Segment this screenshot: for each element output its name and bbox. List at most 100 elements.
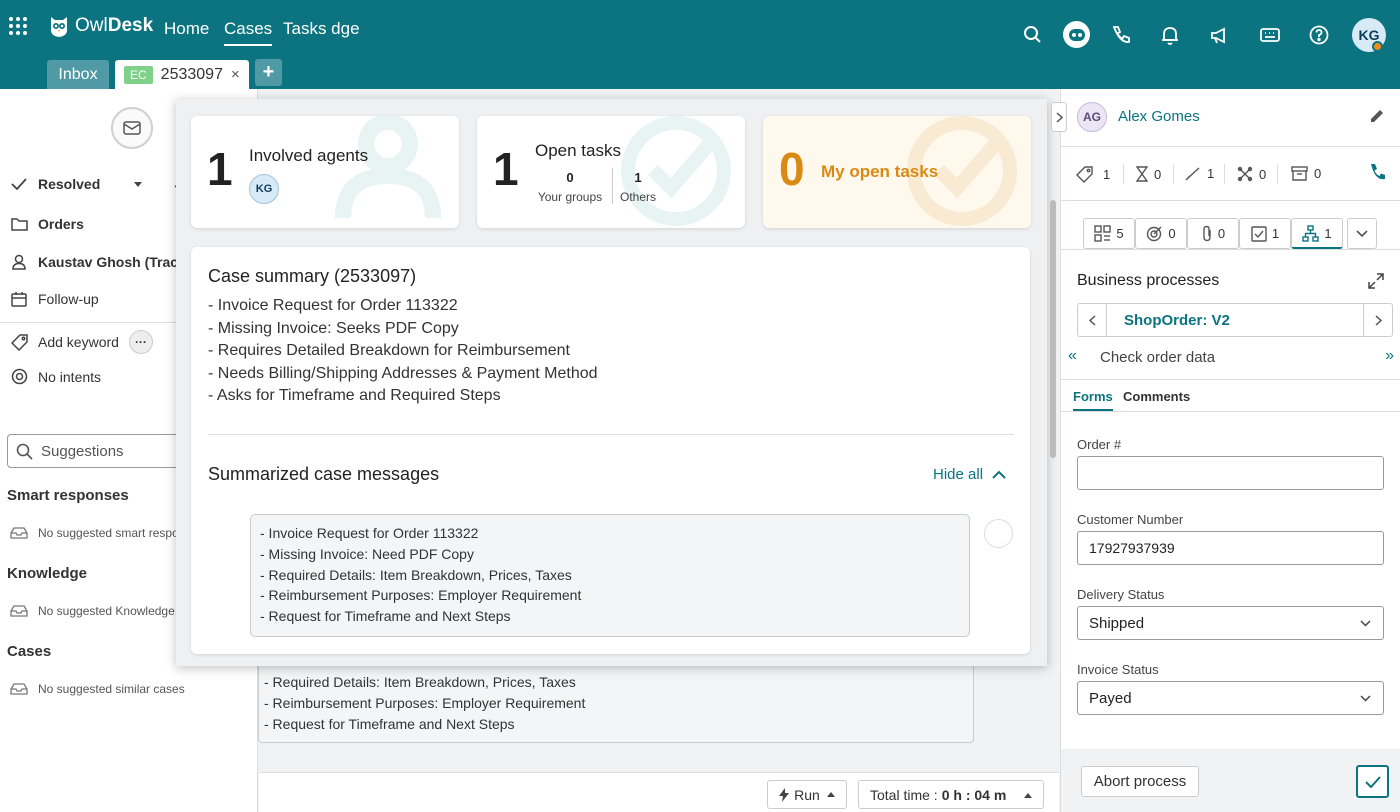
my-open-tasks-card[interactable]: 0 My open tasks — [763, 116, 1031, 228]
form-tabs-divider — [1061, 411, 1400, 412]
expand-icon[interactable] — [1368, 273, 1384, 289]
smart-responses-empty: No suggested smart respo — [10, 526, 179, 540]
tab-goals[interactable]: 0 — [1135, 218, 1187, 249]
stat-closed[interactable]: 0 — [1237, 166, 1266, 182]
run-label: Run — [794, 786, 820, 803]
check-icon — [1364, 775, 1381, 788]
tab-case[interactable]: EC 2533097 × — [115, 60, 249, 89]
customer-number-input[interactable]: 17927937939 — [1077, 531, 1384, 565]
app-grid-icon[interactable] — [9, 17, 27, 35]
tab-attachments[interactable]: 0 — [1187, 218, 1239, 249]
tag-icon — [10, 333, 28, 351]
knowledge-empty: No suggested Knowledge — [10, 604, 175, 618]
add-keyword-row[interactable]: Add keyword ··· — [10, 330, 153, 354]
edit-pencil-icon[interactable] — [1369, 108, 1385, 124]
stat-tags[interactable]: 1 — [1076, 166, 1110, 183]
order-number-input[interactable] — [1077, 456, 1384, 490]
stat-pending[interactable]: 0 — [1136, 166, 1161, 182]
tab-tasks[interactable]: 1 — [1239, 218, 1291, 249]
involved-agents-count: 1 — [207, 143, 233, 195]
stat-pending-count: 0 — [1154, 166, 1162, 182]
invoice-status-select[interactable]: Payed — [1077, 681, 1384, 715]
prev-process-button[interactable] — [1078, 304, 1107, 336]
tab-inbox[interactable]: Inbox — [47, 60, 109, 89]
check-icon — [1185, 166, 1200, 180]
tab-attachments-count: 0 — [1217, 226, 1226, 241]
keyboard-icon[interactable] — [1259, 24, 1281, 46]
folder-row[interactable]: Orders — [10, 216, 84, 232]
more-options-button[interactable]: ··· — [128, 330, 153, 354]
megaphone-icon[interactable] — [1208, 24, 1230, 46]
folder-value: Orders — [38, 216, 84, 232]
collapse-panel-button[interactable] — [1051, 102, 1067, 132]
process-step-row: « Check order data » — [1068, 347, 1394, 369]
abort-process-button[interactable]: Abort process — [1081, 766, 1199, 797]
status-row[interactable]: Resolved — [10, 176, 186, 192]
search-icon[interactable] — [1022, 24, 1044, 46]
assignee-row[interactable]: Kaustav Ghosh (Tracki — [10, 254, 190, 270]
call-contact-icon[interactable] — [1368, 163, 1386, 183]
assistant-bot-button[interactable] — [1063, 21, 1090, 48]
intents-row[interactable]: No intents — [10, 368, 101, 385]
caret-up-icon — [1024, 793, 1032, 798]
bell-icon[interactable] — [1159, 24, 1181, 46]
stat-tags-count: 1 — [1103, 167, 1111, 182]
cases-heading: Cases — [7, 643, 52, 660]
next-step-button[interactable]: » — [1385, 347, 1394, 365]
business-processes-title: Business processes — [1077, 272, 1220, 289]
owl-logo-icon — [48, 14, 70, 38]
phone-icon[interactable] — [1110, 24, 1132, 46]
nav-tasks[interactable]: Tasks dge — [283, 19, 360, 39]
stat-resolved-count: 1 — [1207, 166, 1215, 181]
confirm-step-button[interactable] — [1356, 765, 1389, 798]
popover-scrollbar[interactable] — [1050, 200, 1056, 458]
status-dropdown-icon[interactable] — [134, 181, 143, 187]
followup-row[interactable]: Follow-up — [10, 291, 99, 307]
help-icon[interactable] — [1308, 24, 1330, 46]
archive-box-icon — [1291, 166, 1308, 181]
nav-cases[interactable]: Cases — [224, 19, 273, 46]
others-stat[interactable]: 1 Others — [618, 170, 658, 204]
tab-comments[interactable]: Comments — [1123, 389, 1190, 404]
hierarchy-icon — [1302, 224, 1320, 242]
add-tab-button[interactable]: + — [255, 59, 282, 86]
case-overview-popover: 1 Involved agents KG 1 Open tasks 0 Your… — [176, 99, 1047, 666]
case-summary-panel: Case summary (2533097) - Invoice Request… — [191, 247, 1030, 654]
hourglass-icon — [1136, 166, 1148, 182]
cases-empty: No suggested similar cases — [10, 682, 185, 696]
your-groups-stat[interactable]: 0 Your groups — [535, 170, 605, 204]
close-tab-icon[interactable]: × — [231, 66, 240, 83]
tab-processes[interactable]: 1 — [1291, 218, 1343, 249]
next-process-button[interactable] — [1363, 304, 1392, 336]
brand-logo[interactable]: Owl Desk — [48, 14, 153, 38]
customer-number-label: Customer Number — [1077, 512, 1184, 527]
process-selector[interactable]: ShopOrder: V2 — [1077, 303, 1393, 337]
total-time-button[interactable]: Total time : 0 h : 04 m — [858, 780, 1044, 809]
case-tab-number: 2533097 — [160, 65, 223, 83]
stat-divider — [1173, 164, 1174, 184]
prev-step-button[interactable]: « — [1068, 347, 1077, 365]
target-icon — [1147, 226, 1162, 242]
message-line: - Required Details: Item Breakdown, Pric… — [260, 566, 572, 583]
summary-item: - Asks for Timeframe and Required Steps — [208, 387, 501, 404]
contact-name[interactable]: Alex Gomes — [1118, 108, 1200, 125]
stat-archived[interactable]: 0 — [1291, 166, 1321, 181]
more-tabs-button[interactable] — [1347, 218, 1377, 249]
tab-widgets[interactable]: 5 — [1083, 218, 1135, 249]
stat-resolved[interactable]: 1 — [1185, 166, 1214, 181]
others-count: 1 — [634, 170, 642, 185]
agent-avatar[interactable]: KG — [249, 174, 279, 204]
tab-forms[interactable]: Forms — [1073, 389, 1113, 411]
checkbox-icon — [1251, 225, 1267, 242]
run-button[interactable]: Run — [767, 780, 847, 809]
summary-item: - Invoice Request for Order 113322 — [208, 297, 458, 314]
involved-agents-card[interactable]: 1 Involved agents KG — [191, 116, 459, 228]
nav-home[interactable]: Home — [164, 19, 209, 39]
delivery-status-select[interactable]: Shipped — [1077, 606, 1384, 640]
stats-divider — [1061, 200, 1400, 201]
hide-all-button[interactable]: Hide all — [933, 466, 1006, 483]
open-tasks-card[interactable]: 1 Open tasks 0 Your groups 1 Others — [477, 116, 745, 228]
message-line: - Missing Invoice: Need PDF Copy — [260, 545, 474, 562]
your-groups-count: 0 — [566, 170, 574, 185]
contact-avatar[interactable]: AG — [1077, 102, 1107, 132]
